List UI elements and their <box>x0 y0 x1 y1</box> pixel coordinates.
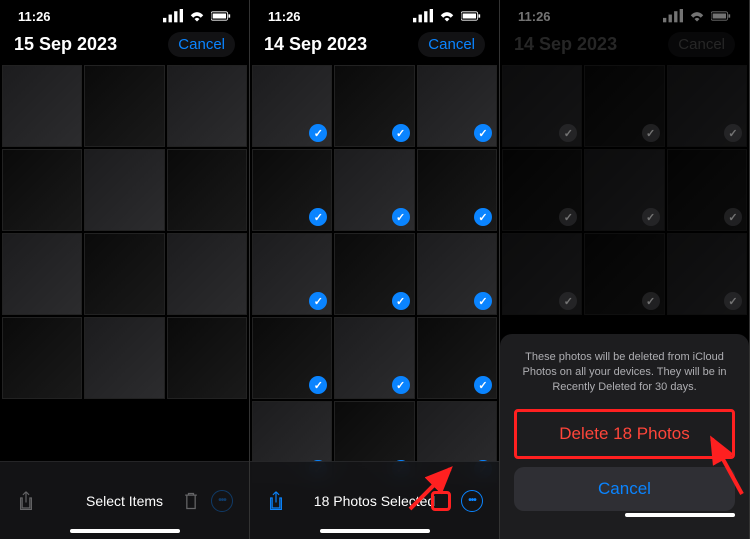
check-icon <box>392 376 410 394</box>
check-icon <box>392 124 410 142</box>
signal-icon <box>163 6 183 26</box>
action-sheet: These photos will be deleted from iCloud… <box>500 334 749 539</box>
cancel-button[interactable]: Cancel <box>418 32 485 57</box>
status-bar: 11:26 <box>250 0 499 28</box>
trash-icon[interactable] <box>431 491 451 511</box>
trash-icon[interactable] <box>181 491 201 511</box>
photo-thumbnail[interactable] <box>84 233 164 315</box>
wifi-icon <box>437 6 457 26</box>
check-icon <box>392 208 410 226</box>
header: 14 Sep 2023 Cancel <box>250 28 499 65</box>
status-time: 11:26 <box>18 9 51 24</box>
wifi-icon <box>187 6 207 26</box>
photo-thumbnail-selected[interactable] <box>334 65 414 147</box>
photo-thumbnail-selected[interactable] <box>252 233 332 315</box>
photo-thumbnail[interactable] <box>2 149 82 231</box>
check-icon <box>309 292 327 310</box>
photo-thumbnail[interactable] <box>2 65 82 147</box>
battery-icon <box>461 6 481 26</box>
photo-thumbnail[interactable] <box>84 317 164 399</box>
home-indicator[interactable] <box>625 513 735 517</box>
photo-thumbnail-selected[interactable] <box>417 65 497 147</box>
photo-thumbnail-selected[interactable] <box>417 317 497 399</box>
screen-photos-selected: 11:26 14 Sep 2023 Cancel 18 Pho <box>250 0 500 539</box>
check-icon <box>309 208 327 226</box>
photo-thumbnail-selected[interactable] <box>334 149 414 231</box>
share-icon[interactable] <box>266 491 286 511</box>
check-icon <box>474 124 492 142</box>
photo-thumbnail-selected[interactable] <box>252 317 332 399</box>
cancel-button[interactable]: Cancel <box>168 32 235 57</box>
photo-thumbnail-selected[interactable] <box>252 65 332 147</box>
battery-icon <box>211 6 231 26</box>
photo-thumbnail-selected[interactable] <box>334 317 414 399</box>
photo-thumbnail[interactable] <box>167 65 247 147</box>
select-items-label: Select Items <box>86 493 163 509</box>
photo-grid[interactable] <box>250 65 499 483</box>
photo-thumbnail[interactable] <box>167 233 247 315</box>
photo-thumbnail-selected[interactable] <box>334 233 414 315</box>
check-icon <box>309 124 327 142</box>
photo-thumbnail[interactable] <box>167 149 247 231</box>
share-icon[interactable] <box>16 491 36 511</box>
signal-icon <box>413 6 433 26</box>
photo-thumbnail[interactable] <box>84 65 164 147</box>
header: 15 Sep 2023 Cancel <box>0 28 249 65</box>
check-icon <box>392 292 410 310</box>
more-icon[interactable]: ••• <box>461 490 483 512</box>
delete-photos-button[interactable]: Delete 18 Photos <box>514 409 735 459</box>
screen-select-items: 11:26 15 Sep 2023 Cancel Select Items <box>0 0 250 539</box>
date-title: 14 Sep 2023 <box>264 34 367 55</box>
bottom-bar: 18 Photos Selected ••• <box>250 461 499 539</box>
sheet-cancel-button[interactable]: Cancel <box>514 467 735 511</box>
photo-grid[interactable] <box>0 65 249 399</box>
sheet-description: These photos will be deleted from iCloud… <box>514 350 735 395</box>
home-indicator[interactable] <box>320 529 430 533</box>
check-icon <box>474 292 492 310</box>
check-icon <box>474 208 492 226</box>
bottom-bar: Select Items ••• <box>0 461 249 539</box>
photo-thumbnail[interactable] <box>2 233 82 315</box>
status-bar: 11:26 <box>0 0 249 28</box>
photo-thumbnail-selected[interactable] <box>417 233 497 315</box>
status-time: 11:26 <box>268 9 301 24</box>
home-indicator[interactable] <box>70 529 180 533</box>
photo-thumbnail-selected[interactable] <box>252 149 332 231</box>
more-icon[interactable]: ••• <box>211 490 233 512</box>
check-icon <box>309 376 327 394</box>
check-icon <box>474 376 492 394</box>
photo-thumbnail[interactable] <box>2 317 82 399</box>
screen-delete-confirm: 11:26 14 Sep 2023 Cancel These photos wi… <box>500 0 750 539</box>
selected-count-label: 18 Photos Selected <box>314 493 435 509</box>
date-title: 15 Sep 2023 <box>14 34 117 55</box>
photo-thumbnail[interactable] <box>167 317 247 399</box>
photo-thumbnail[interactable] <box>84 149 164 231</box>
photo-thumbnail-selected[interactable] <box>417 149 497 231</box>
